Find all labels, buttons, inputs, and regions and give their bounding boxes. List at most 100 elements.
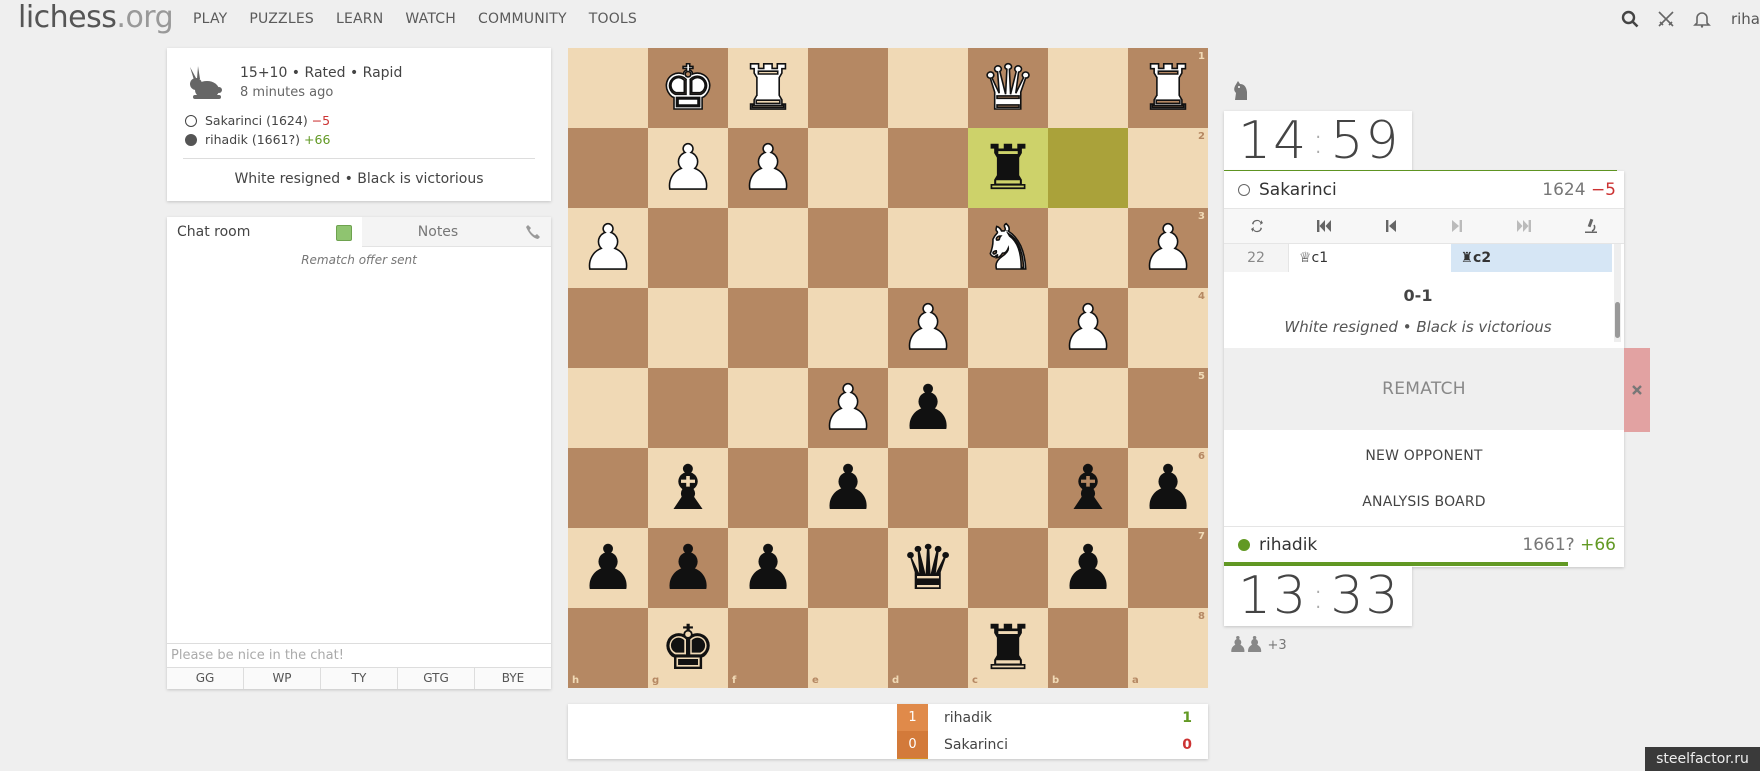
board-square[interactable] — [888, 128, 968, 208]
board-square[interactable] — [968, 288, 1048, 368]
nav-learn[interactable]: LEARN — [336, 11, 383, 27]
move-list-scrollbar[interactable] — [1614, 244, 1621, 342]
board-square[interactable]: ♜ c — [968, 608, 1048, 688]
white-rook-icon[interactable]: ♜ — [739, 56, 796, 120]
board-square[interactable] — [568, 288, 648, 368]
board-square[interactable]: d — [888, 608, 968, 688]
next-move-button[interactable] — [1424, 209, 1491, 243]
white-move[interactable]: ♕c1 — [1289, 244, 1451, 272]
board-square[interactable]: ♟ — [1048, 288, 1128, 368]
board-square[interactable] — [648, 208, 728, 288]
board-square[interactable] — [1048, 208, 1128, 288]
cancel-rematch-button[interactable] — [1624, 348, 1650, 432]
board-square[interactable]: ♟ 3 — [1128, 208, 1208, 288]
tab-chat-room[interactable]: Chat room — [167, 217, 362, 247]
board-square[interactable]: ♜ — [728, 48, 808, 128]
board-square[interactable]: b — [1048, 608, 1128, 688]
white-pawn-icon[interactable]: ♟ — [659, 136, 716, 200]
board-square[interactable] — [808, 528, 888, 608]
board-square[interactable]: ♜ — [968, 128, 1048, 208]
analysis-board-button[interactable]: ANALYSIS BOARD — [1224, 494, 1624, 510]
white-player-link[interactable]: Sakarinci (1624) — [205, 113, 308, 128]
board-square[interactable] — [568, 48, 648, 128]
board-square[interactable] — [728, 288, 808, 368]
board-square[interactable] — [1048, 48, 1128, 128]
board-square[interactable]: 5 — [1128, 368, 1208, 448]
white-pawn-icon[interactable]: ♟ — [899, 296, 956, 360]
board-square[interactable]: ♝ — [648, 448, 728, 528]
board-square[interactable] — [968, 528, 1048, 608]
board-square[interactable]: e — [808, 608, 888, 688]
prev-move-button[interactable] — [1357, 209, 1424, 243]
search-icon[interactable] — [1619, 8, 1641, 30]
board-square[interactable]: ♛ — [968, 48, 1048, 128]
black-rook-icon[interactable]: ♜ — [980, 617, 1036, 679]
board-square[interactable]: 4 — [1128, 288, 1208, 368]
board-square[interactable]: ♟ 6 — [1128, 448, 1208, 528]
white-queen-icon[interactable]: ♛ — [979, 56, 1036, 120]
board-square[interactable] — [968, 448, 1048, 528]
board-square[interactable] — [1048, 368, 1128, 448]
board-square[interactable]: ♟ — [728, 128, 808, 208]
tab-notes[interactable]: Notes — [362, 217, 514, 247]
board-square[interactable] — [888, 208, 968, 288]
swords-icon[interactable] — [1655, 8, 1677, 30]
board-square[interactable] — [808, 288, 888, 368]
board-square[interactable] — [568, 128, 648, 208]
new-opponent-button[interactable]: NEW OPPONENT — [1224, 448, 1624, 464]
board-square[interactable]: ♟ — [888, 288, 968, 368]
last-move-button[interactable] — [1491, 209, 1558, 243]
black-pawn-icon[interactable]: ♟ — [580, 537, 636, 599]
board-square[interactable] — [728, 368, 808, 448]
analysis-button[interactable] — [1557, 209, 1624, 243]
board-square[interactable] — [888, 48, 968, 128]
preset-bye[interactable]: BYE — [475, 668, 551, 689]
chat-toggle-checkbox[interactable] — [336, 225, 352, 241]
board-square[interactable]: 8a — [1128, 608, 1208, 688]
crosstable-score-1[interactable]: 1 — [897, 704, 928, 731]
board-square[interactable] — [968, 368, 1048, 448]
board-square[interactable] — [648, 368, 728, 448]
board-square[interactable]: ♝ — [1048, 448, 1128, 528]
white-rook-icon[interactable]: ♜ — [1139, 56, 1196, 120]
board-square[interactable]: ♟ — [808, 448, 888, 528]
white-pawn-icon[interactable]: ♟ — [819, 376, 876, 440]
board-square[interactable]: 2 — [1128, 128, 1208, 208]
chess-board[interactable]: ♚ ♜ ♛ ♜ 1 ♟ ♟ ♜ 2 ♟ ♞ ♟ 3 ♟ ♟ 4 ♟ ♟ 5 ♝ ♟ ♝ ♟ 6 ♟ ♟ ♟ ♛ ♟ 7 h ♚ g f e d ♜ c b 8… — [568, 48, 1208, 688]
board-square[interactable]: ♜ 1 — [1128, 48, 1208, 128]
board-square[interactable]: ♚ g — [648, 608, 728, 688]
board-square[interactable] — [808, 208, 888, 288]
board-square[interactable] — [728, 448, 808, 528]
white-king-icon[interactable]: ♚ — [659, 56, 716, 120]
board-square[interactable] — [1048, 128, 1128, 208]
player-name[interactable]: rihadik — [1259, 535, 1317, 555]
board-square[interactable]: ♟ — [568, 528, 648, 608]
white-pawn-icon[interactable]: ♟ — [739, 136, 796, 200]
site-logo[interactable]: lichess.org — [18, 0, 174, 35]
black-pawn-icon[interactable]: ♟ — [660, 537, 716, 599]
user-menu[interactable]: riha — [1731, 10, 1760, 28]
board-square[interactable]: ♟ — [648, 128, 728, 208]
nav-puzzles[interactable]: PUZZLES — [249, 11, 314, 27]
phone-icon[interactable] — [514, 217, 551, 246]
board-square[interactable] — [808, 128, 888, 208]
board-square[interactable]: ♞ — [968, 208, 1048, 288]
white-pawn-icon[interactable]: ♟ — [1059, 296, 1116, 360]
preset-ty[interactable]: TY — [321, 668, 398, 689]
black-pawn-icon[interactable]: ♟ — [820, 457, 876, 519]
board-square[interactable]: ♟ — [568, 208, 648, 288]
nav-watch[interactable]: WATCH — [405, 11, 456, 27]
black-queen-icon[interactable]: ♛ — [900, 537, 956, 599]
black-bishop-icon[interactable]: ♝ — [660, 457, 716, 519]
crosstable-player[interactable]: rihadik — [944, 710, 992, 726]
preset-gg[interactable]: GG — [167, 668, 244, 689]
black-pawn-icon[interactable]: ♟ — [900, 377, 956, 439]
bell-icon[interactable] — [1691, 8, 1713, 30]
crosstable-score-2[interactable]: 0 — [897, 731, 928, 758]
board-square[interactable]: ♟ — [1048, 528, 1128, 608]
scrollbar-thumb[interactable] — [1615, 302, 1620, 338]
black-pawn-icon[interactable]: ♟ — [740, 537, 796, 599]
board-square[interactable]: h — [568, 608, 648, 688]
crosstable-player[interactable]: Sakarinci — [944, 737, 1008, 753]
nav-community[interactable]: COMMUNITY — [478, 11, 567, 27]
